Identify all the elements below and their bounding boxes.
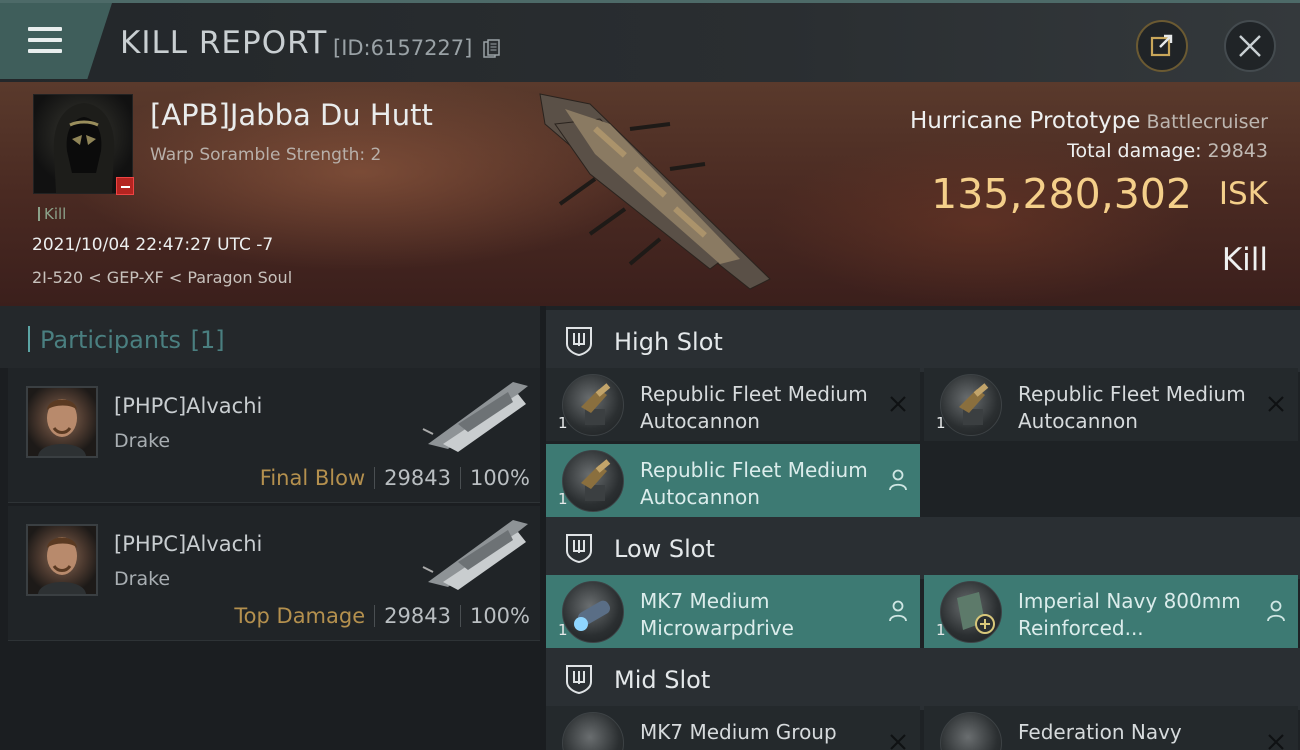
- warp-scramble-strength: Warp Soramble Strength: 2: [150, 145, 382, 165]
- mid-slot-title: Mid Slot: [614, 666, 711, 694]
- kill-date: 2021/10/04 22:47:27 UTC -7: [32, 235, 274, 255]
- victim-ship-image: [539, 93, 771, 290]
- page-title: KILL REPORT: [120, 25, 328, 61]
- module-name: Federation Navy: [1018, 720, 1182, 744]
- share-icon: [1150, 34, 1173, 57]
- participant-ship-image: [422, 520, 528, 590]
- module-item[interactable]: 1 Federation Navy: [924, 706, 1298, 750]
- close-button[interactable]: [1224, 20, 1276, 72]
- module-item[interactable]: 1 MK7 Medium Group: [546, 706, 920, 750]
- slot-shield-icon: [566, 534, 592, 563]
- module-item[interactable]: 1 Republic Fleet Medium Autocannon: [924, 368, 1298, 441]
- kill-id: [ID:6157227]: [333, 36, 473, 60]
- low-slot-header: Low Slot: [546, 517, 1300, 579]
- module-name: MK7 Medium Group: [640, 720, 837, 744]
- victim-ship[interactable]: Hurricane Prototype Battlecruiser: [910, 108, 1268, 134]
- destroyed-x-icon: [1268, 734, 1284, 750]
- participant-stats: Final Blow 29843 100%: [260, 466, 530, 490]
- top-bar: KILL REPORT [ID:6157227]: [0, 0, 1300, 82]
- fitting-panel: High Slot 1 Republic Fleet Medium Autoca…: [546, 306, 1300, 750]
- pilot-icon: [889, 469, 907, 491]
- participants-title: Participants [1]: [28, 326, 225, 354]
- participant-stats: Top Damage 29843 100%: [234, 604, 530, 628]
- participant-name[interactable]: [PHPC]Alvachi: [114, 394, 262, 418]
- isk-value: 135,280,302: [931, 170, 1192, 218]
- high-slot-header: High Slot: [546, 310, 1300, 372]
- ship-class: Battlecruiser: [1146, 111, 1268, 133]
- module-quantity: 1: [558, 490, 568, 508]
- participant-row[interactable]: [PHPC]Alvachi Drake Final Blow 29843 100%: [8, 368, 540, 503]
- module-item[interactable]: 1 Imperial Navy 800mm Reinforced...: [924, 575, 1298, 648]
- module-quantity: 1: [936, 414, 946, 432]
- participant-portrait[interactable]: [26, 386, 98, 458]
- low-slot-title: Low Slot: [614, 535, 715, 563]
- participant-ship: Drake: [114, 430, 171, 452]
- module-quantity: 1: [558, 414, 568, 432]
- participant-damage: 29843: [384, 466, 451, 490]
- high-slot-title: High Slot: [614, 328, 723, 356]
- participant-tag: Final Blow: [259, 466, 366, 490]
- autocannon-icon: [940, 374, 1002, 436]
- pilot-face-image: [38, 537, 86, 594]
- module-quantity: 1: [558, 621, 568, 639]
- module-name: Republic Fleet Medium Autocannon: [640, 458, 868, 509]
- participant-tag: Top Damage: [234, 604, 366, 628]
- module-item[interactable]: 1 MK7 Medium Microwarpdrive: [546, 575, 920, 648]
- participant-ship-image: [422, 382, 528, 452]
- module-name: Imperial Navy 800mm Reinforced...: [1018, 589, 1241, 640]
- participant-portrait[interactable]: [26, 524, 98, 596]
- menu-button[interactable]: [0, 3, 112, 79]
- share-button[interactable]: [1136, 20, 1188, 72]
- module-name: Republic Fleet Medium Autocannon: [640, 382, 868, 433]
- total-damage: Total damage: 29843: [1067, 140, 1268, 162]
- module-name: MK7 Medium Microwarpdrive: [640, 589, 794, 640]
- module-icon: [562, 712, 624, 750]
- kill-status-tag: Kill: [38, 205, 66, 223]
- participant-damage: 29843: [384, 604, 451, 628]
- total-damage-value: 29843: [1207, 140, 1268, 162]
- autocannon-icon: [562, 374, 624, 436]
- participant-row[interactable]: [PHPC]Alvachi Drake Top Damage 29843 100%: [8, 506, 540, 641]
- module-item[interactable]: 1 Republic Fleet Medium Autocannon: [546, 368, 920, 441]
- participants-count: [1]: [190, 326, 225, 354]
- destroyed-x-icon: [890, 396, 906, 412]
- destroyed-x-icon: [1268, 396, 1284, 412]
- module-name: Republic Fleet Medium Autocannon: [1018, 382, 1246, 433]
- slot-shield-icon: [566, 665, 592, 694]
- autocannon-icon: [562, 450, 624, 512]
- total-damage-label: Total damage:: [1067, 140, 1202, 162]
- module-item[interactable]: 1 Republic Fleet Medium Autocannon: [546, 444, 920, 517]
- armor-plate-icon: [940, 581, 1002, 643]
- participant-ship: Drake: [114, 568, 171, 590]
- slot-shield-icon: [566, 327, 592, 356]
- participants-panel: Participants [1] [PHPC]Alvachi Drake Fin…: [0, 306, 540, 750]
- menu-icon: [28, 27, 62, 55]
- participant-percent: 100%: [469, 604, 530, 628]
- microwarpdrive-icon: [562, 581, 624, 643]
- pilot-icon: [1267, 600, 1285, 622]
- participant-name[interactable]: [PHPC]Alvachi: [114, 532, 262, 556]
- pilot-face-image: [38, 399, 86, 456]
- participants-header: Participants [1]: [0, 306, 540, 368]
- close-icon: [1239, 35, 1261, 57]
- module-quantity: 1: [936, 621, 946, 639]
- kill-result-label: Kill: [1221, 242, 1268, 278]
- destroyed-x-icon: [890, 734, 906, 750]
- isk-unit: ISK: [1218, 176, 1268, 212]
- loss-badge: [116, 177, 134, 195]
- copy-icon[interactable]: [483, 39, 500, 59]
- ship-name: Hurricane Prototype: [909, 108, 1141, 134]
- module-icon: [940, 712, 1002, 750]
- kill-location[interactable]: 2I-520 < GEP-XF < Paragon Soul: [32, 268, 292, 287]
- victim-name[interactable]: [APB]Jabba Du Hutt: [150, 98, 433, 132]
- mid-slot-header: Mid Slot: [546, 648, 1300, 710]
- pilot-icon: [889, 600, 907, 622]
- participant-percent: 100%: [469, 466, 530, 490]
- participants-title-text: Participants: [40, 326, 181, 354]
